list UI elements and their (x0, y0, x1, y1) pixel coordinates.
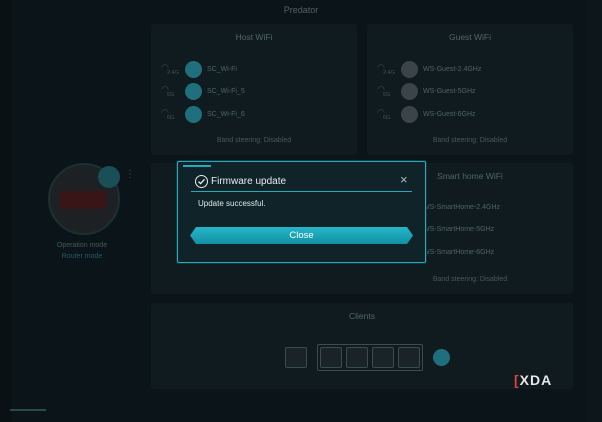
operation-mode-label: Operation mode (56, 242, 108, 249)
dialog-message: Update successful. (198, 199, 266, 208)
clients-indicator[interactable] (433, 348, 450, 366)
ssid-label: WS-SmartHome-2.4GHz (423, 204, 501, 211)
check-circle-icon (195, 175, 208, 188)
wifi-band-icon: ◠ 5G (377, 84, 391, 98)
ethernet-port-icon[interactable] (372, 346, 394, 368)
wifi-band-icon: ◠ 5G (161, 84, 175, 98)
edit-button[interactable] (98, 166, 120, 188)
ssid-label: WS-SmartHome-5GHz (423, 226, 495, 233)
wifi-toggle[interactable] (401, 105, 418, 123)
ethernet-port-icon[interactable] (398, 346, 420, 368)
wifi-toggle[interactable] (185, 82, 202, 100)
ethernet-port-group (317, 343, 423, 371)
host-wifi-row[interactable]: ◠ 6G SC_Wi-Fi_6 (161, 105, 245, 123)
router-device-icon (60, 191, 106, 209)
left-strip (0, 0, 12, 422)
wifi-band-icon: ◠ 2.4G (161, 62, 179, 76)
app-title: Predator (283, 5, 319, 15)
host-wifi-row[interactable]: ◠ 5G SC_Wi-Fi_5 (161, 82, 245, 100)
wifi-band-icon: ◠ 2.4G (377, 62, 395, 76)
guest-wifi-row[interactable]: ◠ 6G WS-Guest-6GHz (377, 105, 476, 123)
ethernet-port-icon[interactable] (346, 346, 368, 368)
band-steering-status: Band steering: Disabled (432, 276, 508, 283)
scrollbar[interactable] (586, 0, 602, 422)
ssid-label: WS-Guest-2.4GHz (423, 65, 482, 73)
band-steering-status: Band steering: Disabled (432, 137, 508, 144)
guest-wifi-title: Guest WiFi (448, 32, 492, 42)
wifi-toggle[interactable] (185, 60, 202, 78)
ethernet-port-icon[interactable] (320, 346, 342, 368)
more-options-icon[interactable]: ⋮ (125, 169, 135, 180)
band-steering-status: Band steering: Disabled (216, 137, 292, 144)
ssid-label: WS-Guest-5GHz (423, 87, 476, 95)
wifi-band-icon: ◠ 6G (377, 107, 391, 121)
ssid-label: SC_Wi-Fi_5 (207, 87, 245, 95)
xda-watermark: [XDA (514, 372, 553, 388)
dialog-title: Firmware update (211, 176, 287, 187)
firmware-update-dialog: Firmware update × Update successful. Clo… (177, 161, 426, 263)
divider (191, 191, 412, 192)
guest-wifi-panel: Guest WiFi ◠ 2.4G WS-Guest-2.4GHz ◠ 5G WS-… (367, 24, 573, 155)
ssid-label: WS-Guest-6GHz (423, 110, 476, 118)
ssid-label: SC_Wi-Fi (207, 65, 237, 73)
wifi-toggle[interactable] (401, 82, 418, 100)
footer-bar (10, 409, 46, 411)
ethernet-port-icon[interactable] (285, 346, 307, 368)
app-window: Predator Host WiFi ◠ 2.4G SC_Wi-Fi ◠ 5G SC… (0, 0, 602, 422)
close-button-label: Close (289, 230, 314, 241)
close-icon[interactable]: × (400, 172, 408, 187)
guest-wifi-row[interactable]: ◠ 5G WS-Guest-5GHz (377, 82, 476, 100)
guest-wifi-row[interactable]: ◠ 2.4G WS-Guest-2.4GHz (377, 60, 481, 78)
ssid-label: SC_Wi-Fi_6 (207, 110, 245, 118)
operation-mode-value[interactable]: Router mode (30, 253, 134, 260)
wifi-band-icon: ◠ 6G (161, 107, 175, 121)
host-wifi-panel: Host WiFi ◠ 2.4G SC_Wi-Fi ◠ 5G SC_Wi-Fi_5 … (151, 24, 357, 155)
host-wifi-title: Host WiFi (235, 32, 273, 42)
clients-title: Clients (349, 311, 375, 321)
ssid-label: WS-SmartHome-6GHz (423, 249, 495, 256)
wifi-toggle[interactable] (185, 105, 202, 123)
wifi-toggle[interactable] (401, 60, 418, 78)
dialog-accent (183, 165, 211, 167)
host-wifi-row[interactable]: ◠ 2.4G SC_Wi-Fi (161, 60, 237, 78)
close-button[interactable]: Close (190, 227, 413, 244)
clients-ports (285, 343, 450, 371)
